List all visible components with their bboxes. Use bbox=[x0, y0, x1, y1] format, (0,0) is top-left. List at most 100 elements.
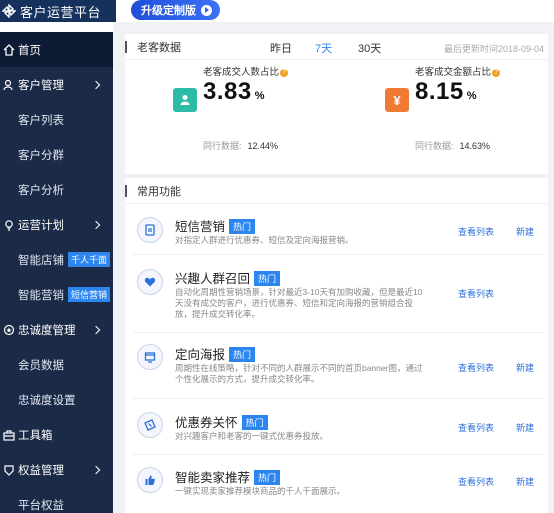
function-row-interest-recall: 兴趣人群召回 热门 自动化周期性营销场景，针对最近3-10天有加购收藏，但是最近1… bbox=[133, 255, 544, 333]
sidebar-item-smart-marketing[interactable]: 智能营销 短信营销 bbox=[0, 277, 113, 312]
app-logo[interactable]: 客户运营平台 bbox=[0, 0, 116, 22]
bulb-icon bbox=[2, 218, 15, 231]
function-row-poster: 定向海报 热门 周期性在线策略，针对不同的人群展示不同的首页banner图，通过个… bbox=[133, 333, 544, 399]
function-desc: 周期性在线策略，针对不同的人群展示不同的首页banner图，通过个性化展示的方式… bbox=[175, 363, 423, 384]
metric-label: 老客成交金额占比? bbox=[415, 64, 501, 78]
yen-icon: ¥ bbox=[385, 88, 409, 112]
create-link[interactable]: 新建 bbox=[516, 475, 534, 488]
metric-value: 8.15% bbox=[415, 78, 477, 105]
metric-label: 老客成交人数占比? bbox=[203, 64, 289, 78]
sidebar-item-label: 运营计划 bbox=[18, 219, 64, 232]
sidebar-item-label: 智能店铺 bbox=[18, 254, 64, 267]
rights-icon bbox=[2, 463, 15, 476]
card-header: 老客数据 昨日 7天 30天 最后更新时间2018-09-04 bbox=[125, 34, 548, 60]
sidebar: 首页 客户管理 客户列表 客户分群 客户分析 运营计划 智能店铺 千人千面 智能… bbox=[0, 32, 113, 513]
sidebar-item-label: 平台权益 bbox=[18, 499, 64, 512]
heart-icon bbox=[137, 269, 163, 295]
hot-badge: 热门 bbox=[254, 470, 281, 485]
badge-icon bbox=[2, 323, 15, 336]
person-icon bbox=[173, 88, 197, 112]
sidebar-item-loyalty-settings[interactable]: 忠诚度设置 bbox=[0, 382, 113, 417]
function-name[interactable]: 定向海报 热门 bbox=[175, 344, 256, 363]
create-link[interactable]: 新建 bbox=[516, 421, 534, 434]
sidebar-item-operation-plan[interactable]: 运营计划 bbox=[0, 207, 113, 242]
peer-data: 同行数据: 14.63% bbox=[415, 141, 491, 151]
function-desc: 对指定人群进行优惠券、短信及定向海报营销。 bbox=[175, 235, 354, 245]
hot-badge: 热门 bbox=[254, 271, 281, 286]
sidebar-item-home[interactable]: 首页 bbox=[0, 32, 113, 67]
function-name[interactable]: 智能卖家推荐 热门 bbox=[175, 467, 281, 486]
view-list-link[interactable]: 查看列表 bbox=[458, 287, 494, 300]
sidebar-item-label: 会员数据 bbox=[18, 359, 64, 372]
sidebar-item-label: 客户列表 bbox=[18, 114, 64, 127]
function-desc: 自动化周期性营销场景，针对最近3-10天有加购收藏，但是最近10天没有成交的客户… bbox=[175, 287, 423, 319]
coupon-icon bbox=[137, 412, 163, 438]
chevron-right-icon bbox=[91, 220, 101, 229]
sidebar-item-label: 客户分析 bbox=[18, 184, 64, 197]
sidebar-item-platform-rights[interactable]: 平台权益 bbox=[0, 487, 113, 513]
chevron-right-icon bbox=[91, 325, 101, 334]
function-name[interactable]: 优惠券关怀 热门 bbox=[175, 412, 268, 431]
function-row-sms: 短信营销 热门 对指定人群进行优惠券、短信及定向海报营销。 查看列表 新建 bbox=[133, 205, 544, 255]
sidebar-item-label: 首页 bbox=[18, 44, 41, 57]
sidebar-item-smart-store[interactable]: 智能店铺 千人千面 bbox=[0, 242, 113, 277]
common-functions-card: 常用功能 短信营销 热门 对指定人群进行优惠券、短信及定向海报营销。 查看列表 新… bbox=[125, 178, 548, 513]
last-updated: 最后更新时间2018-09-04 bbox=[443, 44, 544, 54]
view-list-link[interactable]: 查看列表 bbox=[458, 475, 494, 488]
chevron-right-icon bbox=[91, 465, 101, 474]
range-7-days[interactable]: 7天 bbox=[315, 40, 332, 56]
function-desc: 一键实现卖家推荐模块商品的千人千面展示。 bbox=[175, 486, 346, 496]
main-content: 老客数据 昨日 7天 30天 最后更新时间2018-09-04 老客成交人数占比… bbox=[113, 22, 554, 513]
hot-badge: 热门 bbox=[241, 415, 268, 430]
arrow-right-icon bbox=[201, 4, 212, 16]
function-name[interactable]: 短信营销 热门 bbox=[175, 216, 256, 235]
chevron-right-icon bbox=[91, 80, 101, 89]
card-title: 老客数据 bbox=[137, 41, 181, 54]
function-row-coupon-care: 优惠券关怀 热门 对兴趣客户和老客的一键式优惠券投放。 查看列表 新建 bbox=[133, 399, 544, 455]
upgrade-button[interactable]: 升级定制版 bbox=[131, 0, 220, 20]
view-list-link[interactable]: 查看列表 bbox=[458, 421, 494, 434]
sidebar-item-label: 智能营销 bbox=[18, 289, 64, 302]
range-yesterday[interactable]: 昨日 bbox=[270, 40, 292, 56]
help-icon[interactable]: ? bbox=[492, 69, 501, 77]
sidebar-item-customer-analysis[interactable]: 客户分析 bbox=[0, 172, 113, 207]
feature-tag: 短信营销 bbox=[68, 287, 111, 302]
top-bar: 客户运营平台 升级定制版 bbox=[0, 0, 554, 22]
peer-data: 同行数据: 12.44% bbox=[203, 141, 279, 151]
sidebar-item-label: 忠诚度设置 bbox=[18, 394, 76, 407]
upgrade-label: 升级定制版 bbox=[141, 5, 196, 17]
card-title: 常用功能 bbox=[137, 185, 181, 198]
help-icon[interactable]: ? bbox=[280, 69, 289, 77]
range-30-days[interactable]: 30天 bbox=[358, 40, 381, 56]
sidebar-item-toolbox[interactable]: 工具箱 bbox=[0, 417, 113, 452]
metric-value: 3.83% bbox=[203, 78, 265, 105]
toolbox-icon bbox=[2, 428, 15, 441]
hot-badge: 热门 bbox=[229, 347, 256, 362]
sidebar-item-customer-list[interactable]: 客户列表 bbox=[0, 102, 113, 137]
thumb-up-icon bbox=[137, 467, 163, 493]
sidebar-item-rights[interactable]: 权益管理 bbox=[0, 452, 113, 487]
function-name[interactable]: 兴趣人群召回 热门 bbox=[175, 268, 281, 287]
sidebar-item-label: 客户管理 bbox=[18, 79, 64, 92]
sidebar-item-label: 忠诚度管理 bbox=[18, 324, 76, 337]
logo-icon bbox=[2, 4, 16, 18]
sidebar-item-label: 权益管理 bbox=[18, 464, 64, 477]
metric-buyer-ratio: 老客成交人数占比? 3.83% 同行数据: 12.44% bbox=[173, 64, 353, 164]
sidebar-item-customer-management[interactable]: 客户管理 bbox=[0, 67, 113, 102]
users-icon bbox=[2, 78, 15, 91]
metric-amount-ratio: ¥ 老客成交金额占比? 8.15% 同行数据: 14.63% bbox=[385, 64, 554, 164]
home-icon bbox=[2, 43, 15, 56]
old-customer-card: 老客数据 昨日 7天 30天 最后更新时间2018-09-04 老客成交人数占比… bbox=[125, 34, 548, 174]
sidebar-item-label: 客户分群 bbox=[18, 149, 64, 162]
sidebar-item-member-data[interactable]: 会员数据 bbox=[0, 347, 113, 382]
sidebar-item-label: 工具箱 bbox=[18, 429, 53, 442]
sidebar-item-loyalty[interactable]: 忠诚度管理 bbox=[0, 312, 113, 347]
sidebar-item-customer-segments[interactable]: 客户分群 bbox=[0, 137, 113, 172]
view-list-link[interactable]: 查看列表 bbox=[458, 361, 494, 374]
app-title: 客户运营平台 bbox=[20, 4, 102, 20]
create-link[interactable]: 新建 bbox=[516, 361, 534, 374]
view-list-link[interactable]: 查看列表 bbox=[458, 225, 494, 238]
create-link[interactable]: 新建 bbox=[516, 225, 534, 238]
function-desc: 对兴趣客户和老客的一键式优惠券投放。 bbox=[175, 431, 329, 441]
poster-icon bbox=[137, 344, 163, 370]
